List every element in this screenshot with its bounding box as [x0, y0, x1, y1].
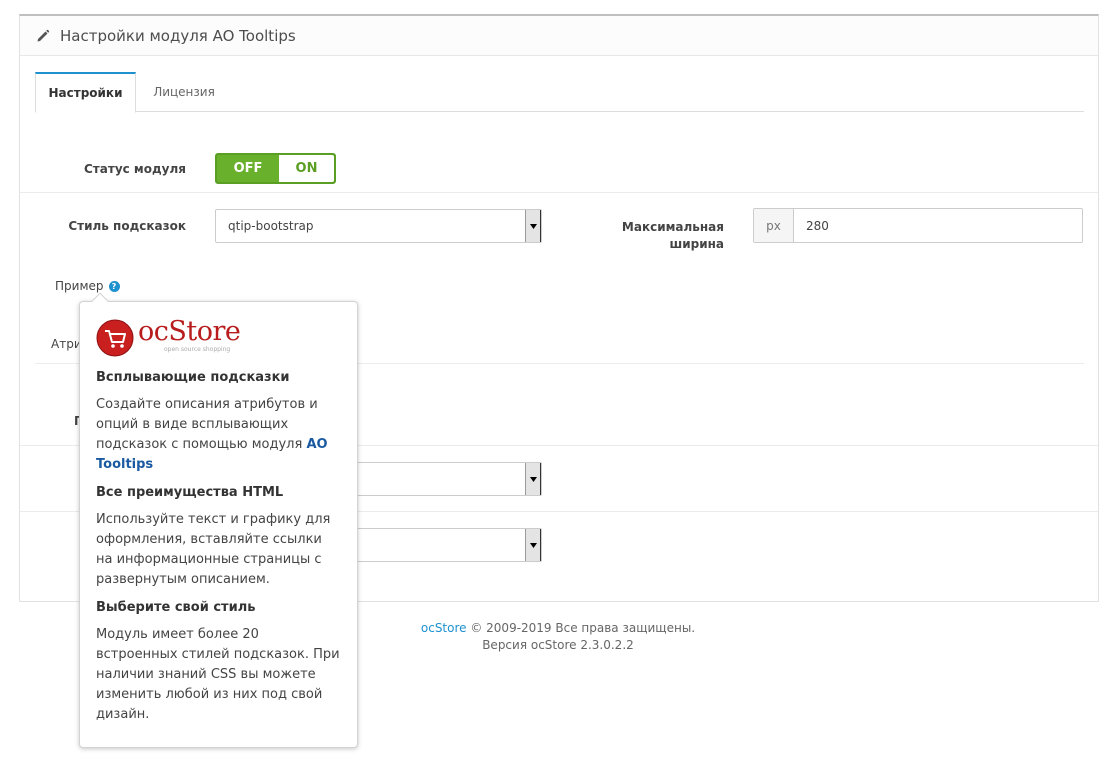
tooltip-heading-1: Всплывающие подсказки — [96, 370, 290, 385]
status-label: Статус модуля — [84, 162, 186, 176]
max-width-input[interactable]: 280 — [794, 209, 1082, 242]
tooltip-style-select[interactable]: qtip-bootstrap — [215, 209, 542, 243]
pencil-icon — [37, 29, 50, 41]
tooltip-paragraph-1: Создайте описания атрибутов и опций в ви… — [96, 395, 342, 475]
max-width-input-group: px 280 — [753, 208, 1083, 243]
px-unit-addon: px — [754, 209, 794, 242]
chevron-down-icon — [525, 210, 541, 242]
example-label: Пример ? — [55, 279, 120, 293]
logo-text: ocStore open source shopping — [138, 316, 241, 354]
example-label-text: Пример — [55, 279, 104, 293]
tooltip-paragraph-3: Модуль имеет более 20 встроенных стилей … — [96, 627, 340, 722]
toggle-off-option[interactable]: OFF — [217, 155, 279, 182]
tooltip-style-value: qtip-bootstrap — [228, 219, 314, 233]
max-width-label-line1: Максимальная — [621, 220, 724, 234]
question-icon[interactable]: ? — [108, 280, 120, 292]
panel-heading: Настройки модуля AO Tooltips — [20, 16, 1098, 56]
logo-word: ocStore — [138, 316, 241, 347]
module-status-toggle[interactable]: OFF ON — [215, 153, 336, 184]
attributes-label-partial: Атри — [51, 337, 82, 351]
ocstore-logo: ocStore open source shopping — [96, 318, 342, 358]
tab-bar: Настройки Лицензия — [35, 72, 1084, 113]
chevron-down-icon — [525, 529, 541, 561]
style-label: Стиль подсказок — [68, 219, 186, 233]
tab-settings[interactable]: Настройки — [35, 72, 136, 113]
logo-subtitle: open source shopping — [164, 346, 231, 353]
max-width-label-line2: ширина — [669, 237, 724, 251]
toggle-on-option[interactable]: ON — [279, 155, 334, 182]
tab-license[interactable]: Лицензия — [136, 72, 232, 112]
tooltip-paragraph-2: Используйте текст и графику для оформлен… — [96, 512, 331, 587]
tooltip-heading-3: Выберите свой стиль — [96, 600, 256, 615]
example-tooltip: ocStore open source shopping Всплывающие… — [79, 292, 358, 748]
page-title: Настройки модуля AO Tooltips — [60, 26, 296, 45]
copyright-text: © 2009-2019 Все права защищены. — [466, 621, 696, 635]
ocstore-link[interactable]: ocStore — [421, 621, 467, 635]
tooltip-paragraph-1-text: Создайте описания атрибутов и опций в ви… — [96, 397, 318, 452]
chevron-down-icon — [525, 463, 541, 495]
cart-logo-icon — [96, 319, 134, 357]
divider — [20, 192, 1098, 193]
max-width-label: Максимальная ширина — [604, 219, 724, 253]
tooltip-heading-2: Все преимущества HTML — [96, 485, 284, 500]
